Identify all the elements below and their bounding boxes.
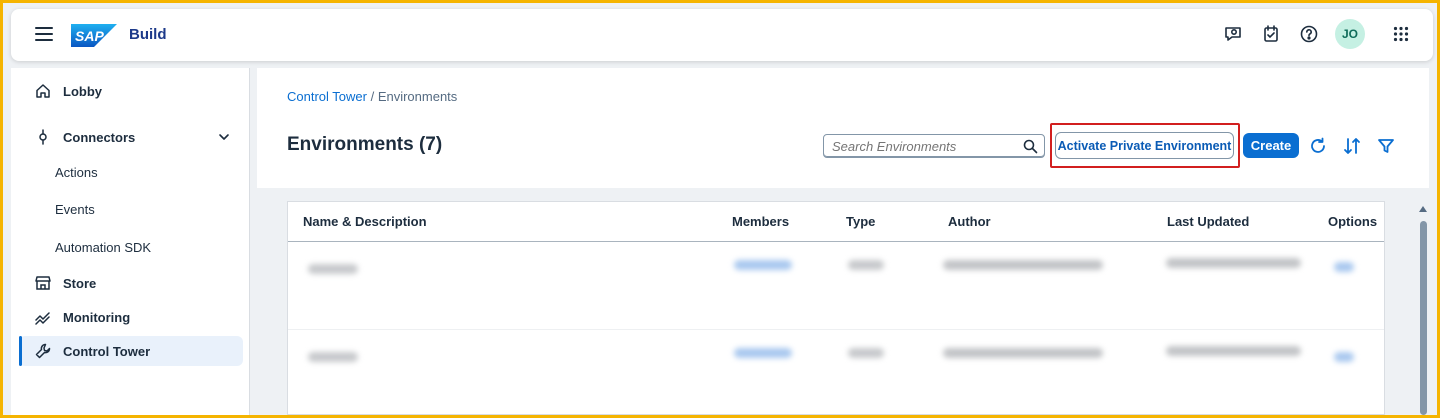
column-header-options[interactable]: Options [1328,214,1377,229]
svg-text:SAP: SAP [75,28,104,44]
sidebar-item-connectors[interactable]: Connectors [19,122,243,152]
scroll-up-arrow[interactable] [1419,206,1427,212]
redacted-type [848,260,884,270]
row-options-icon[interactable] [1334,262,1354,272]
redacted-members [734,348,792,358]
redacted-author [943,348,1103,358]
environments-table: Name & Description Members Type Author L… [287,201,1385,415]
redacted-last-updated [1166,346,1301,356]
side-navigation: Lobby Connectors Actions Events Automati… [11,68,250,415]
filter-icon[interactable] [1375,135,1397,157]
sidebar-item-label: Store [63,275,97,291]
search-input[interactable] [832,138,1012,154]
notifications-icon[interactable] [1259,22,1283,46]
breadcrumb-link-control-tower[interactable]: Control Tower [287,89,367,104]
avatar[interactable]: JO [1335,19,1365,49]
sidebar-item-lobby[interactable]: Lobby [19,76,243,106]
create-button[interactable]: Create [1243,133,1299,158]
store-icon [33,273,53,293]
page-title: Environments (7) [287,134,443,155]
sidebar-item-label: Connectors [63,129,136,145]
search-icon[interactable] [1023,139,1038,159]
redacted-author [943,260,1103,270]
sidebar-item-actions[interactable]: Actions [55,165,98,180]
redacted-members [734,260,792,270]
table-header: Name & Description Members Type Author L… [288,202,1384,242]
app-frame: SAP Build JO Lobby Connectors Actions Ev… [3,3,1437,415]
activate-private-environment-button[interactable]: Activate Private Environment [1055,132,1234,159]
sidebar-item-label: Control Tower [63,343,151,359]
column-header-author[interactable]: Author [948,214,991,229]
redacted-type [848,348,884,358]
row-options-icon[interactable] [1334,352,1354,362]
table-row[interactable] [288,242,1384,330]
column-header-members[interactable]: Members [732,214,789,229]
page-header: Control Tower / Environments Environment… [257,68,1429,188]
breadcrumb: Control Tower / Environments [287,89,457,104]
home-icon [33,81,53,101]
breadcrumb-current: Environments [377,89,458,104]
table-row[interactable] [288,330,1384,415]
redacted-name [308,352,358,362]
shell-bar: SAP Build JO [11,9,1433,61]
sidebar-item-label: Monitoring [63,309,131,325]
menu-icon[interactable] [35,27,53,43]
breadcrumb-separator: / [366,89,378,104]
redacted-name [308,264,358,274]
sidebar-item-control-tower[interactable]: Control Tower [19,336,243,366]
column-header-type[interactable]: Type [846,214,875,229]
help-icon[interactable] [1297,22,1321,46]
refresh-icon[interactable] [1307,135,1329,157]
scrollbar-thumb[interactable] [1420,221,1427,415]
chevron-down-icon[interactable] [217,130,231,144]
sidebar-item-store[interactable]: Store [19,268,243,298]
redacted-last-updated [1166,258,1301,268]
sidebar-item-events[interactable]: Events [55,202,95,217]
wrench-icon [33,341,53,361]
product-name[interactable]: Build [129,26,167,43]
column-header-last-updated[interactable]: Last Updated [1167,214,1249,229]
search-field[interactable] [823,134,1045,158]
sidebar-item-monitoring[interactable]: Monitoring [19,302,243,332]
connector-icon [33,127,53,147]
monitoring-icon [33,307,53,327]
sort-icon[interactable] [1341,135,1363,157]
sidebar-item-label: Lobby [63,83,102,99]
apps-grid-icon[interactable] [1389,22,1413,46]
feedback-icon[interactable] [1221,22,1245,46]
sidebar-item-automation-sdk[interactable]: Automation SDK [55,240,151,255]
column-header-name[interactable]: Name & Description [303,214,427,229]
sap-logo[interactable]: SAP [71,24,117,47]
